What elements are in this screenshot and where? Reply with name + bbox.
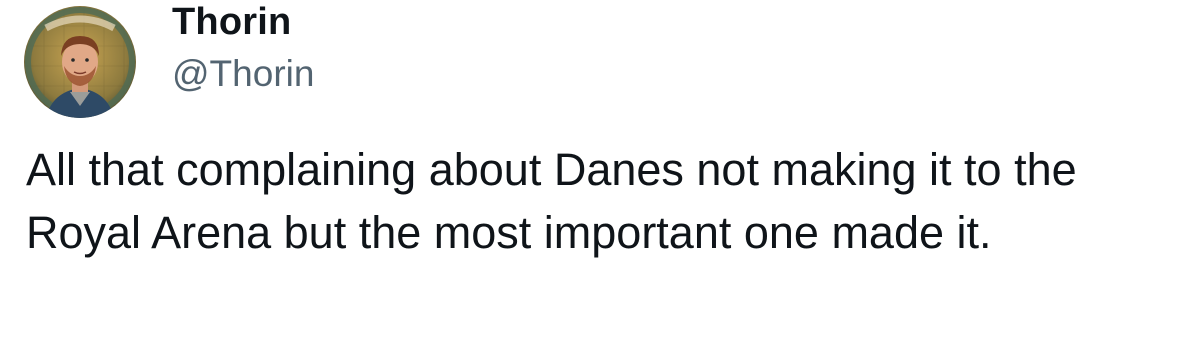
author-display-name[interactable]: Thorin — [172, 0, 291, 44]
avatar-image — [24, 6, 136, 118]
tweet-body-text: All that complaining about Danes not mak… — [26, 144, 1077, 258]
tweet-card: Thorin @Thorin All that complaining abou… — [0, 0, 1181, 342]
author-handle[interactable]: @Thorin — [172, 52, 314, 96]
author-avatar[interactable] — [24, 6, 136, 118]
